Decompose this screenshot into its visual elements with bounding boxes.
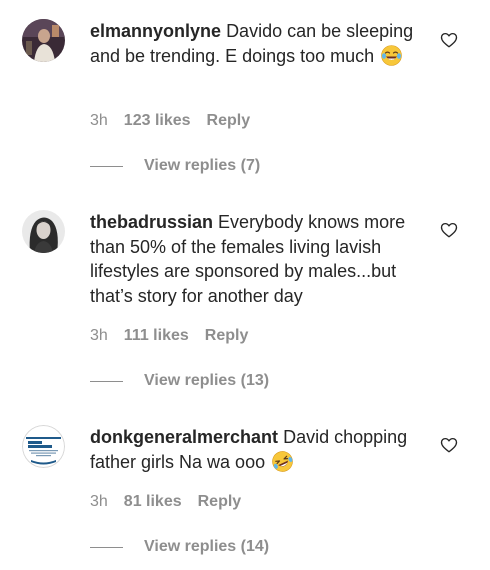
avatar-logo [22,425,65,468]
comment-username[interactable]: thebadrussian [90,212,213,232]
comment-body: thebadrussian Everybody knows more than … [90,210,430,308]
like-heart-icon[interactable] [440,221,458,239]
rolling-on-the-floor-laughing-icon [272,450,293,472]
comment-likes[interactable]: 111 likes [124,327,189,345]
view-replies-label: View replies (13) [144,372,270,389]
view-replies-label: View replies (7) [144,157,261,174]
comment-meta: 3h 81 likes Reply [90,493,241,511]
view-replies-button[interactable]: View replies (14) [90,538,269,556]
comment-body: donkgeneralmerchant David chopping fathe… [90,425,430,474]
view-replies-button[interactable]: View replies (13) [90,372,269,390]
replies-divider [90,165,123,167]
comment-body: elmannyonlyne Davido can be sleeping and… [90,19,430,68]
like-heart-icon[interactable] [440,436,458,454]
comment-username[interactable]: donkgeneralmerchant [90,427,278,447]
comment-meta: 3h 111 likes Reply [90,327,248,345]
avatar-photo [22,210,65,253]
reply-button[interactable]: Reply [205,327,249,345]
comment-time: 3h [90,493,108,510]
avatar[interactable] [22,425,65,468]
comment-likes[interactable]: 123 likes [124,112,191,130]
avatar[interactable] [22,210,65,253]
replies-divider [90,380,123,382]
comment-likes[interactable]: 81 likes [124,493,182,511]
replies-divider [90,546,123,548]
face-with-tears-of-joy-icon [381,44,403,66]
comment-meta: 3h 123 likes Reply [90,112,250,130]
reply-button[interactable]: Reply [198,493,242,511]
avatar[interactable] [22,19,65,62]
view-replies-label: View replies (14) [144,538,270,555]
like-heart-icon[interactable] [440,31,458,49]
comment-username[interactable]: elmannyonlyne [90,21,221,41]
reply-button[interactable]: Reply [207,112,251,130]
view-replies-button[interactable]: View replies (7) [90,157,260,175]
comment-time: 3h [90,327,108,344]
comment-time: 3h [90,112,108,129]
avatar-photo [22,19,65,62]
